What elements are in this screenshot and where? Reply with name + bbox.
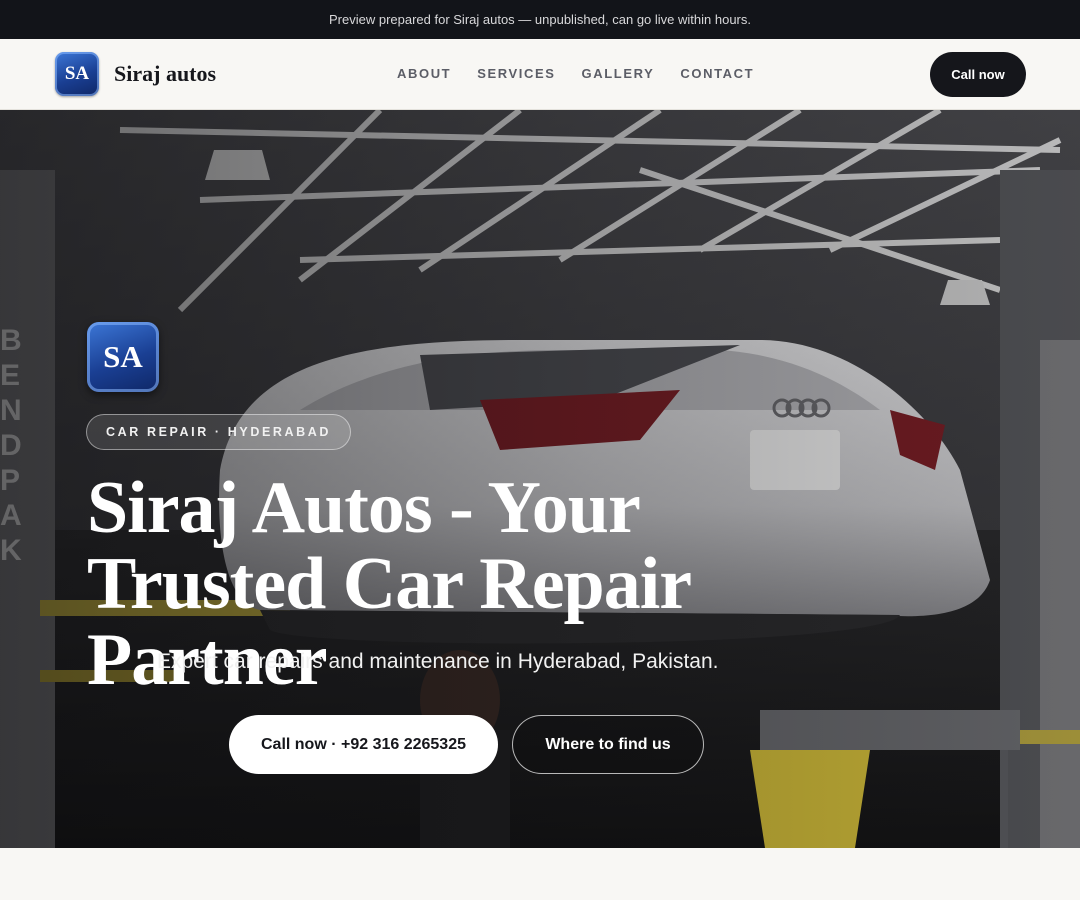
preview-banner: Preview prepared for Siraj autos — unpub…: [0, 0, 1080, 39]
hero-category-pill: CAR REPAIR · HYDERABAD: [86, 414, 352, 450]
nav-contact[interactable]: CONTACT: [680, 66, 754, 81]
nav-about[interactable]: ABOUT: [397, 66, 451, 81]
nav-services[interactable]: SERVICES: [477, 66, 555, 81]
hero-section: B E N D P A K SA CAR REPAIR · HYDERABAD …: [0, 110, 1080, 848]
logo-badge[interactable]: SA: [55, 52, 99, 96]
next-section: [0, 848, 1080, 900]
hero-call-button[interactable]: Call now · +92 316 2265325: [229, 715, 498, 774]
brand-name[interactable]: Siraj autos: [114, 61, 216, 87]
nav-gallery[interactable]: GALLERY: [582, 66, 655, 81]
preview-banner-text: Preview prepared for Siraj autos — unpub…: [328, 12, 751, 27]
main-nav: ABOUT SERVICES GALLERY CONTACT: [397, 66, 754, 81]
hero-find-us-button[interactable]: Where to find us: [512, 715, 704, 774]
hero-subtitle: Expert car repairs and maintenance in Hy…: [157, 650, 719, 673]
site-header: SA Siraj autos ABOUT SERVICES GALLERY CO…: [0, 39, 1080, 110]
header-call-button[interactable]: Call now: [930, 52, 1026, 97]
hero-logo-badge: SA: [87, 322, 159, 392]
